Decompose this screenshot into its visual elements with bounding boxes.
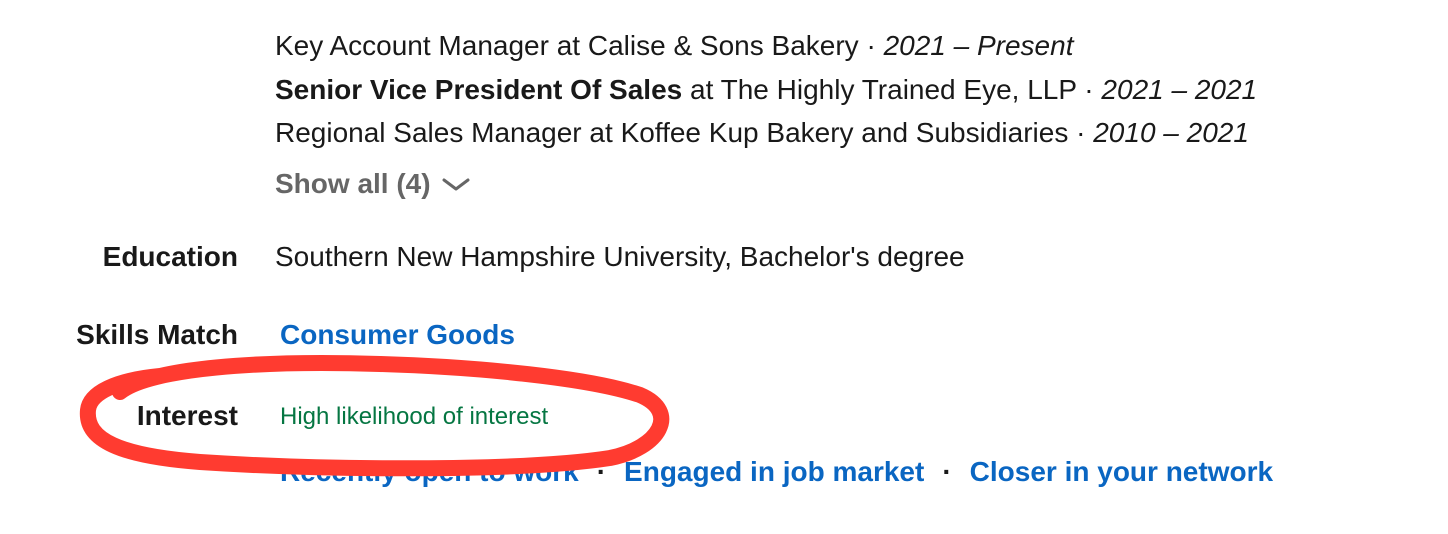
experience-company: Koffee Kup Bakery and Subsidiaries — [620, 117, 1069, 148]
experience-company: The Highly Trained Eye, LLP — [720, 74, 1077, 105]
experience-dates: 2021 – Present — [883, 30, 1074, 61]
experience-company: Calise & Sons Bakery — [587, 30, 859, 61]
experience-item: Key Account Manager at Calise & Sons Bak… — [275, 28, 1073, 64]
education-value: Southern New Hampshire University, Bache… — [275, 241, 965, 272]
experience-role: Regional Sales Manager — [275, 117, 582, 148]
experience-dates: 2010 – 2021 — [1093, 117, 1249, 148]
show-all-label: Show all (4) — [275, 168, 431, 199]
interest-label: Interest — [136, 400, 238, 431]
experience-item: Senior Vice President Of Sales at The Hi… — [275, 72, 1257, 108]
interest-value: High likelihood of interest — [280, 403, 549, 430]
experience-role: Key Account Manager — [275, 30, 549, 61]
signal-link-engaged[interactable]: Engaged in job market — [624, 454, 924, 490]
experience-connector: at — [682, 74, 721, 105]
signal-link-closer-network[interactable]: Closer in your network — [970, 454, 1273, 490]
experience-role: Senior Vice President Of Sales — [275, 74, 683, 105]
skill-link-consumer-goods[interactable]: Consumer Goods — [280, 317, 515, 353]
skills-match-label: Skills Match — [76, 319, 238, 350]
experience-separator: · — [1076, 74, 1102, 105]
signal-separator: · — [596, 456, 607, 487]
experience-separator: · — [858, 30, 884, 61]
experience-dates: 2021 – 2021 — [1101, 74, 1258, 105]
experience-item: Regional Sales Manager at Koffee Kup Bak… — [275, 115, 1249, 151]
chevron-down-icon — [442, 178, 470, 191]
signal-separator: · — [942, 456, 952, 487]
education-label: Education — [102, 241, 238, 272]
signal-link-open-to-work[interactable]: Recently open to work — [280, 454, 579, 490]
signals-row: Recently open to work · Engaged in job m… — [280, 454, 1273, 490]
show-all-button[interactable]: Show all (4) — [275, 166, 471, 202]
experience-connector: at — [581, 117, 621, 148]
experience-separator: · — [1068, 117, 1094, 148]
experience-connector: at — [548, 30, 588, 61]
